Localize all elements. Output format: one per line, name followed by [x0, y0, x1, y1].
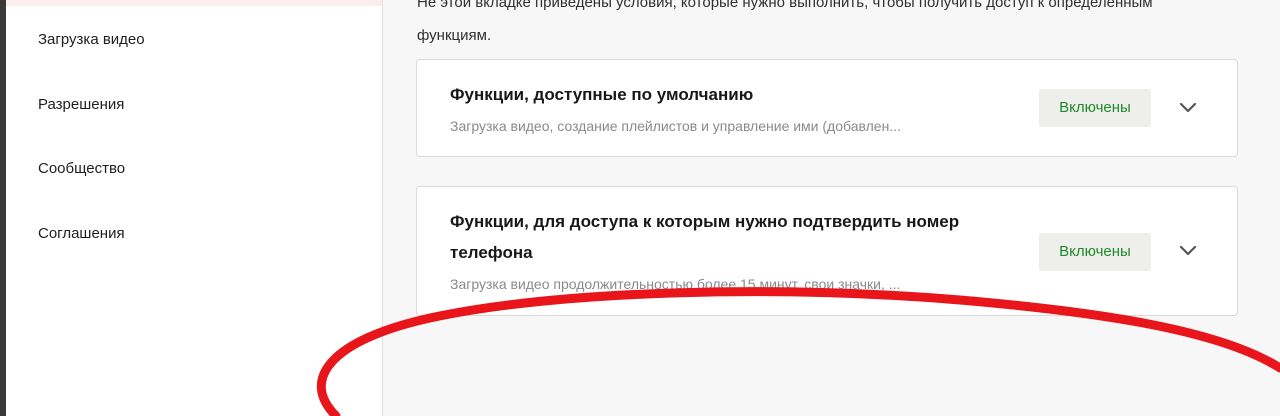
- sidebar-item-permissions[interactable]: Разрешения: [38, 96, 124, 113]
- feature-card-description: Загрузка видео, создание плейлистов и уп…: [450, 118, 901, 134]
- feature-card-title: Функции, для доступа к которым нужно под…: [450, 212, 960, 262]
- sidebar-item-agreements[interactable]: Соглашения: [38, 225, 125, 242]
- features-intro-text: Не этой вкладке приведены условия, котор…: [417, 0, 1153, 44]
- feature-card-default[interactable]: Функции, доступные по умолчанию Загрузка…: [416, 59, 1238, 157]
- chevron-down-icon[interactable]: [1177, 239, 1199, 261]
- status-badge: Включены: [1039, 233, 1151, 271]
- settings-page: Загрузка видео Разрешения Сообщество Сог…: [0, 0, 1280, 416]
- chevron-down-icon-graphic: [1179, 102, 1197, 113]
- sidebar-item-community[interactable]: Сообщество: [38, 160, 125, 177]
- chevron-down-icon-graphic: [1179, 245, 1197, 256]
- sidebar-item-upload[interactable]: Загрузка видео: [38, 31, 145, 48]
- feature-card-description: Загрузка видео продолжительностью более …: [450, 276, 901, 292]
- main-content: Не этой вкладке приведены условия, котор…: [383, 0, 1280, 416]
- settings-sidebar: Загрузка видео Разрешения Сообщество Сог…: [6, 0, 383, 416]
- status-badge: Включены: [1039, 89, 1151, 127]
- sidebar-selected-strip: [6, 0, 382, 6]
- chevron-down-icon[interactable]: [1177, 96, 1199, 118]
- feature-card-title: Функции, доступные по умолчанию: [450, 85, 754, 104]
- feature-card-phone-verification[interactable]: Функции, для доступа к которым нужно под…: [416, 186, 1238, 316]
